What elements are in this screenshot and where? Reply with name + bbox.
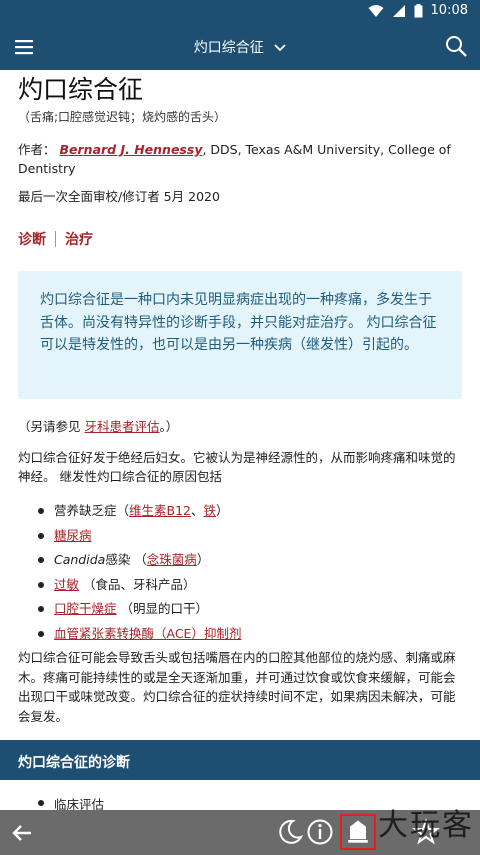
tab-diagnosis[interactable]: 诊断 [18, 229, 46, 249]
diagnosis-list: 临床评估 [38, 794, 104, 810]
page-title: 灼口综合征 [18, 75, 144, 104]
see-also: （另请参见 牙科患者评估。） [18, 416, 178, 435]
app-title-dropdown[interactable]: 灼口综合征 [0, 37, 480, 57]
list-item: 血管紧张素转换酶（ACE）抑制剂 [38, 625, 241, 650]
status-bar: 10:08 [0, 0, 480, 24]
cause-text: （明显的口干） [116, 601, 208, 616]
summary-box: 灼口综合征是一种口内未见明显病症出现的一种疼痛，多发生于舌体。尚没有特异性的诊断… [18, 271, 462, 399]
link-candidiasis[interactable]: 念珠菌病 [147, 552, 197, 567]
symptoms-paragraph: 灼口综合征可能会导致舌头或包括嘴唇在内的口腔其他部位的烧灼感、刺痛或麻木。疼痛可… [18, 650, 456, 724]
section-header-diagnosis[interactable]: 灼口综合征的诊断 [0, 740, 480, 780]
status-time: 10:08 [430, 3, 468, 18]
app-bar: 灼口综合征 [0, 24, 480, 70]
search-icon[interactable] [444, 34, 468, 58]
summary-text: 灼口综合征是一种口内未见明显病症出现的一种疼痛，多发生于舌体。尚没有特异性的诊断… [40, 292, 437, 353]
list-item: 过敏 （食品、牙科产品） [38, 576, 241, 601]
tab-divider [55, 231, 56, 247]
wifi-icon [368, 4, 384, 17]
signal-icon [392, 4, 405, 17]
link-iron[interactable]: 铁 [204, 503, 217, 518]
info-icon[interactable] [306, 818, 334, 846]
cause-text: 营养缺乏症（ [54, 503, 130, 518]
causes-list: 营养缺乏症（维生素B12、铁） 糖尿病 Candida感染 （念珠菌病） 过敏 … [38, 502, 241, 649]
link-allergy[interactable]: 过敏 [54, 577, 79, 592]
list-item: 糖尿病 [38, 527, 241, 552]
list-item: Candida感染 （念珠菌病） [38, 551, 241, 576]
list-item: 营养缺乏症（维生素B12、铁） [38, 502, 241, 527]
battery-icon [414, 3, 423, 17]
author-link[interactable]: Bernard J. Hennessy [60, 142, 203, 157]
cause-text: （食品、牙科产品） [79, 576, 196, 592]
author-prefix: 作者： [18, 142, 56, 157]
cause-end: ） [216, 503, 229, 518]
back-arrow-icon[interactable] [10, 821, 34, 845]
list-item: 口腔干燥症 （明显的口干） [38, 600, 241, 625]
link-dry-mouth[interactable]: 口腔干燥症 [54, 601, 117, 616]
see-also-link[interactable]: 牙科患者评估 [84, 419, 159, 434]
synonyms: （舌痛;口腔感觉迟钝；烧灼感的舌头） [18, 110, 227, 124]
cause-italic: Candida [54, 552, 106, 567]
cause-text: 感染 （ [105, 552, 147, 567]
section-tabs: 诊断 治疗 [18, 229, 93, 249]
intro-paragraph: 灼口综合征好发于绝经后妇女。它被认为是神经源性的，从而影响疼痛和味觉的神经。 继… [18, 450, 456, 484]
article-content[interactable]: 灼口综合征 （舌痛;口腔感觉迟钝；烧灼感的舌头） 作者： Bernard J. … [0, 70, 480, 810]
link-ace-inhibitors[interactable]: 血管紧张素转换酶（ACE）抑制剂 [54, 626, 241, 641]
text-size-icon[interactable] [340, 814, 376, 850]
cause-end: ） [196, 552, 210, 567]
list-item: 临床评估 [38, 794, 104, 810]
app-title: 灼口综合征 [193, 40, 264, 56]
chevron-down-icon [274, 44, 286, 52]
link-vitamin-b12[interactable]: 维生素B12 [129, 503, 191, 518]
review-date: 最后一次全面审校/修订者 5月 2020 [18, 189, 220, 204]
see-also-suffix: 。） [159, 419, 179, 434]
link-diabetes[interactable]: 糖尿病 [54, 528, 92, 543]
watermark: 大玩客 [378, 808, 474, 843]
see-also-prefix: （另请参见 [18, 419, 85, 434]
night-mode-icon[interactable] [276, 818, 304, 846]
tab-treatment[interactable]: 治疗 [65, 229, 93, 249]
cause-sep: 、 [191, 503, 204, 518]
author-line: 作者： Bernard J. Hennessy, DDS, Texas A&M … [18, 140, 468, 178]
